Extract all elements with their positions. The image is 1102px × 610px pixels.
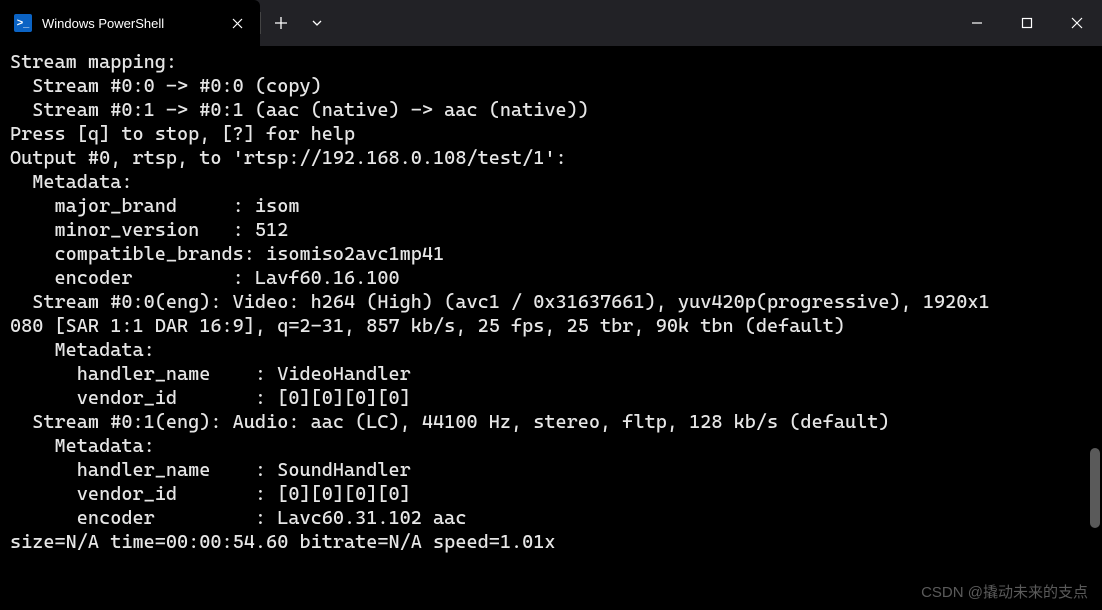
plus-icon	[275, 17, 287, 29]
terminal-output[interactable]: Stream mapping: Stream #0:0 -> #0:0 (cop…	[0, 46, 1102, 610]
terminal-line: handler_name : VideoHandler	[10, 362, 1092, 386]
terminal-line: Stream #0:1(eng): Audio: aac (LC), 44100…	[10, 410, 1092, 434]
terminal-line: minor_version : 512	[10, 218, 1092, 242]
terminal-line: encoder : Lavc60.31.102 aac	[10, 506, 1092, 530]
terminal-line: Stream #0:0 -> #0:0 (copy)	[10, 74, 1092, 98]
tab-close-button[interactable]	[226, 12, 248, 34]
terminal-line: 080 [SAR 1:1 DAR 16:9], q=2-31, 857 kb/s…	[10, 314, 1092, 338]
watermark: CSDN @撬动未来的支点	[921, 581, 1088, 602]
close-window-button[interactable]	[1052, 0, 1102, 46]
scrollbar[interactable]	[1090, 46, 1100, 608]
terminal-line: Stream mapping:	[10, 50, 1092, 74]
terminal-line: Metadata:	[10, 338, 1092, 362]
tab-title: Windows PowerShell	[42, 16, 216, 31]
terminal-line: vendor_id : [0][0][0][0]	[10, 482, 1092, 506]
new-tab-button[interactable]	[261, 0, 301, 46]
close-icon	[232, 18, 243, 29]
tab-powershell[interactable]: >_ Windows PowerShell	[0, 0, 260, 46]
terminal-line: Metadata:	[10, 170, 1092, 194]
terminal-line: Output #0, rtsp, to 'rtsp://192.168.0.10…	[10, 146, 1092, 170]
terminal-line: compatible_brands: isomiso2avc1mp41	[10, 242, 1092, 266]
scrollbar-thumb[interactable]	[1090, 448, 1100, 528]
minimize-icon	[971, 17, 983, 29]
tab-controls	[260, 0, 333, 46]
terminal-line: major_brand : isom	[10, 194, 1092, 218]
terminal-line: handler_name : SoundHandler	[10, 458, 1092, 482]
terminal-line: encoder : Lavf60.16.100	[10, 266, 1092, 290]
powershell-icon: >_	[14, 14, 32, 32]
window-controls	[952, 0, 1102, 46]
terminal-line: vendor_id : [0][0][0][0]	[10, 386, 1092, 410]
titlebar: >_ Windows PowerShell	[0, 0, 1102, 46]
terminal-line: Metadata:	[10, 434, 1092, 458]
chevron-down-icon	[311, 17, 323, 29]
terminal-line: Stream #0:0(eng): Video: h264 (High) (av…	[10, 290, 1092, 314]
terminal-line: size=N/A time=00:00:54.60 bitrate=N/A sp…	[10, 530, 1092, 554]
minimize-button[interactable]	[952, 0, 1002, 46]
terminal-line: Press [q] to stop, [?] for help	[10, 122, 1092, 146]
tab-dropdown-button[interactable]	[301, 0, 333, 46]
close-icon	[1071, 17, 1083, 29]
tab-area: >_ Windows PowerShell	[0, 0, 333, 46]
terminal-line: Stream #0:1 -> #0:1 (aac (native) -> aac…	[10, 98, 1092, 122]
maximize-icon	[1021, 17, 1033, 29]
maximize-button[interactable]	[1002, 0, 1052, 46]
